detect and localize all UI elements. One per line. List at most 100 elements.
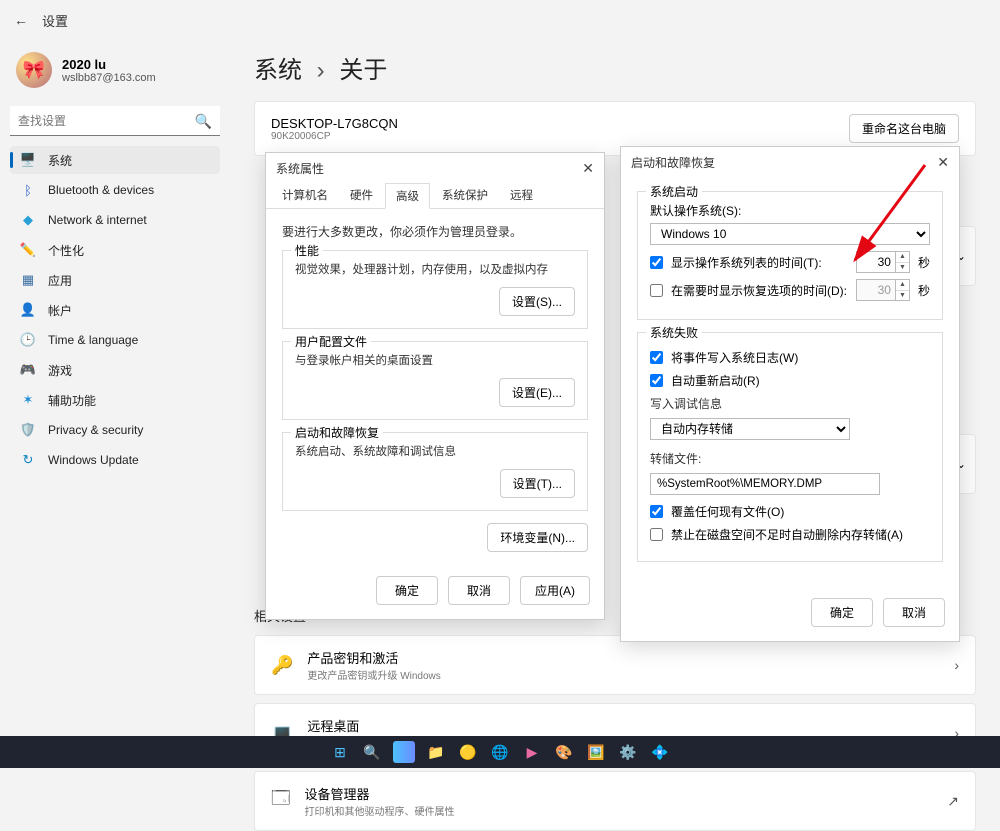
spinner: ▲▼ <box>896 279 910 301</box>
sidebar-item-4[interactable]: ▦应用 <box>10 266 220 294</box>
card-icon: 🔑 <box>271 655 293 676</box>
show-recovery-seconds <box>856 279 896 301</box>
task-view-icon[interactable] <box>393 741 415 763</box>
sidebar-item-label: 辅助功能 <box>48 392 96 409</box>
nav-icon: 🎮 <box>20 362 36 378</box>
sidebar-item-label: Time & language <box>48 333 138 347</box>
sidebar-item-1[interactable]: ᛒBluetooth & devices <box>10 176 220 204</box>
auto-restart-checkbox[interactable] <box>650 374 663 387</box>
sidebar-item-8[interactable]: ✶ 辅助功能 <box>10 386 220 414</box>
device-name: DESKTOP-L7G8CQN <box>271 116 398 131</box>
auto-restart-label: 自动重新启动(R) <box>671 372 930 389</box>
tab-4[interactable]: 远程 <box>500 183 543 208</box>
startup-group-label: 系统启动 <box>646 183 702 200</box>
close-icon[interactable]: ✕ <box>582 160 594 177</box>
sidebar-item-label: Bluetooth & devices <box>48 183 154 197</box>
system-properties-dialog: 系统属性 ✕ 计算机名硬件高级系统保护远程 要进行大多数更改，你必须作为管理员登… <box>265 152 605 620</box>
back-button[interactable]: ← <box>14 12 28 28</box>
debug-info-label: 写入调试信息 <box>650 395 930 412</box>
dialog1-cancel-button[interactable]: 取消 <box>448 576 510 605</box>
user-block[interactable]: 2020 lu wslbb87@163.com <box>10 48 220 106</box>
app-icon[interactable]: 💠 <box>649 741 671 763</box>
file-explorer-icon[interactable]: 📁 <box>425 741 447 763</box>
tab-0[interactable]: 计算机名 <box>272 183 338 208</box>
seconds-label: 秒 <box>918 254 930 271</box>
sidebar-item-label: Privacy & security <box>48 423 143 437</box>
card-icon: 🗔 <box>271 786 291 816</box>
chrome-icon[interactable]: 🟡 <box>457 741 479 763</box>
group-desc: 系统启动、系统故障和调试信息 <box>295 443 575 459</box>
sidebar-item-label: 帐户 <box>48 302 72 319</box>
breadcrumb: 系统 › 关于 <box>254 50 976 85</box>
dialog1-ok-button[interactable]: 确定 <box>376 576 438 605</box>
nav-icon: 🛡️ <box>20 422 36 438</box>
group-desc: 与登录帐户相关的桌面设置 <box>295 352 575 368</box>
breadcrumb-root[interactable]: 系统 <box>254 57 302 84</box>
failure-group-label: 系统失败 <box>646 324 702 341</box>
show-recovery-options-checkbox[interactable] <box>650 284 663 297</box>
nav-icon: ↻ <box>20 452 36 468</box>
group-desc: 视觉效果，处理器计划，内存使用，以及虚拟内存 <box>295 261 575 277</box>
sidebar-item-6[interactable]: 🕒Time & language <box>10 326 220 354</box>
default-os-select[interactable]: Windows 10 <box>650 223 930 245</box>
show-os-list-seconds[interactable] <box>856 251 896 273</box>
breadcrumb-leaf: 关于 <box>339 57 387 84</box>
taskbar-search-icon[interactable]: 🔍 <box>361 741 383 763</box>
rename-pc-button[interactable]: 重命名这台电脑 <box>849 114 959 143</box>
tab-1[interactable]: 硬件 <box>340 183 383 208</box>
search-input[interactable] <box>10 106 220 136</box>
tab-2[interactable]: 高级 <box>385 183 430 209</box>
no-auto-delete-checkbox[interactable] <box>650 528 663 541</box>
related-card-0[interactable]: 🔑产品密钥和激活更改产品密钥或升级 Windows› <box>254 635 976 695</box>
sidebar-item-label: 应用 <box>48 272 72 289</box>
card-subtitle: 打印机和其他驱动程序、硬件属性 <box>305 803 934 818</box>
nav-icon: 🖥️ <box>20 152 36 168</box>
group-settings-button[interactable]: 设置(S)... <box>499 287 575 316</box>
sidebar-item-7[interactable]: 🎮 游戏 <box>10 356 220 384</box>
close-icon[interactable]: ✕ <box>937 154 949 171</box>
dialog2-title: 启动和故障恢复 <box>631 154 715 171</box>
user-email: wslbb87@163.com <box>62 72 156 84</box>
settings-icon[interactable]: ⚙️ <box>617 741 639 763</box>
media-icon[interactable]: ▶ <box>521 741 543 763</box>
group-settings-button[interactable]: 设置(T)... <box>500 469 575 498</box>
sidebar-item-label: 个性化 <box>48 242 84 259</box>
sidebar-item-label: 游戏 <box>48 362 72 379</box>
show-os-list-checkbox[interactable] <box>650 256 663 269</box>
sidebar-item-0[interactable]: 🖥️系统 <box>10 146 220 174</box>
sidebar-item-5[interactable]: 👤帐户 <box>10 296 220 324</box>
start-button[interactable]: ⊞ <box>329 741 351 763</box>
dump-file-label: 转储文件: <box>650 450 930 467</box>
group-settings-button[interactable]: 设置(E)... <box>499 378 575 407</box>
device-serial: 90K20006CP <box>271 131 398 142</box>
seconds-label: 秒 <box>918 282 930 299</box>
dialog1-apply-button[interactable]: 应用(A) <box>520 576 590 605</box>
show-os-list-label: 显示操作系统列表的时间(T): <box>671 254 848 271</box>
sidebar-item-9[interactable]: 🛡️ Privacy & security <box>10 416 220 444</box>
debug-info-select[interactable]: 自动内存转储 <box>650 418 850 440</box>
app-title: 设置 <box>42 11 68 30</box>
dump-file-input[interactable] <box>650 473 880 495</box>
sidebar-item-10[interactable]: ↻Windows Update <box>10 446 220 474</box>
spinner[interactable]: ▲▼ <box>896 251 910 273</box>
sidebar-item-2[interactable]: ◆Network & internet <box>10 206 220 234</box>
env-vars-button[interactable]: 环境变量(N)... <box>487 523 588 552</box>
dialog2-ok-button[interactable]: 确定 <box>811 598 873 627</box>
group-2: 启动和故障恢复系统启动、系统故障和调试信息设置(T)... <box>282 432 588 511</box>
browser-icon[interactable]: 🌐 <box>489 741 511 763</box>
card-subtitle: 更改产品密钥或升级 Windows <box>307 667 940 682</box>
nav-icon: ✶ <box>20 392 36 408</box>
sidebar-item-3[interactable]: ✏️ 个性化 <box>10 236 220 264</box>
tab-3[interactable]: 系统保护 <box>432 183 498 208</box>
write-event-log-checkbox[interactable] <box>650 351 663 364</box>
nav-icon: ✏️ <box>20 242 36 258</box>
overwrite-checkbox[interactable] <box>650 505 663 518</box>
group-label: 用户配置文件 <box>291 333 371 350</box>
overwrite-label: 覆盖任何现有文件(O) <box>671 503 930 520</box>
paint-icon[interactable]: 🎨 <box>553 741 575 763</box>
dialog2-cancel-button[interactable]: 取消 <box>883 598 945 627</box>
related-card-2[interactable]: 🗔设备管理器打印机和其他驱动程序、硬件属性↗ <box>254 771 976 831</box>
search-box[interactable]: 🔍 <box>10 106 220 136</box>
avatar <box>16 52 52 88</box>
photos-icon[interactable]: 🖼️ <box>585 741 607 763</box>
